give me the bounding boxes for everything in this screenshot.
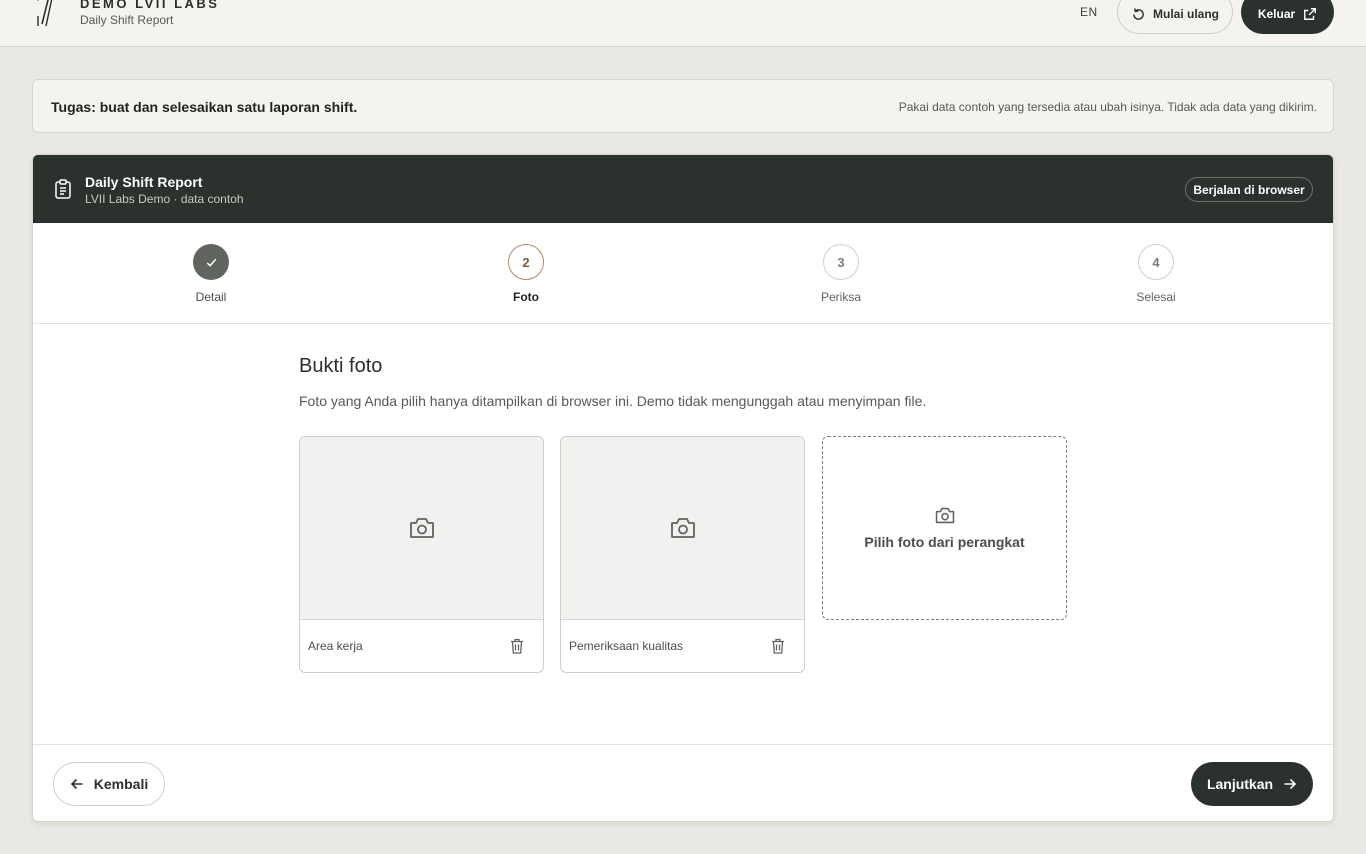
next-label: Lanjutkan [1206,776,1274,792]
step-circle: 4 [1138,244,1174,280]
step-circle [193,244,229,280]
trash-icon[interactable] [510,638,524,654]
back-button[interactable]: Kembali [53,762,165,806]
step-label: Periksa [820,290,861,304]
card-footer: Kembali Lanjutkan [33,744,1333,821]
stepper: Detail 2 Foto 3 Periksa 4 Selesai [33,223,1333,324]
browser-badge: Berjalan di browser [1185,177,1313,202]
card-header: Daily Shift Report LVII Labs Demo · data… [33,155,1333,223]
restart-label: Mulai ulang [1153,7,1219,21]
report-card: Daily Shift Report LVII Labs Demo · data… [32,154,1334,822]
task-banner: Tugas: buat dan selesaikan satu laporan … [32,79,1334,133]
photo-preview[interactable] [561,437,804,620]
card-title: Daily Shift Report [85,174,203,190]
step-label: Detail [195,290,227,304]
card-subtitle: LVII Labs Demo · data contoh [85,192,244,206]
task-note: Pakai data contoh yang tersedia atau uba… [898,100,1317,114]
step-detail[interactable]: Detail [151,244,271,304]
top-bar: DEMO LVII LABS Daily Shift Report EN Mul… [0,0,1366,47]
photo-preview[interactable] [300,437,543,620]
brand-subtitle: Daily Shift Report [80,13,174,27]
photo-picker[interactable]: Pilih foto dari perangkat [822,436,1067,620]
step-label: Selesai [1136,290,1176,304]
step-foto[interactable]: 2 Foto [466,244,586,304]
camera-icon [409,518,434,538]
photo-caption: Area kerja [308,639,363,653]
arrow-left-icon [70,778,83,790]
restart-button[interactable]: Mulai ulang [1117,0,1233,34]
language-toggle[interactable]: EN [1080,5,1098,19]
picker-label: Pilih foto dari perangkat [864,533,1025,550]
task-title: Tugas: buat dan selesaikan satu laporan … [51,99,358,115]
check-icon [206,258,216,267]
photo-caption: Pemeriksaan kualitas [569,639,684,653]
step-circle: 3 [823,244,859,280]
restart-icon [1133,7,1144,20]
section-title: Bukti foto [299,355,383,377]
arrow-right-icon [1284,778,1297,790]
trash-icon[interactable] [771,638,785,654]
camera-icon [935,507,954,523]
photo-card[interactable]: Pemeriksaan kualitas [560,436,805,673]
step-label: Foto [513,290,539,304]
logo-icon [37,0,53,27]
step-periksa[interactable]: 3 Periksa [781,244,901,304]
brand-name: DEMO LVII LABS [80,0,220,11]
photo-card[interactable]: Area kerja [299,436,544,673]
step-circle: 2 [508,244,544,280]
step-selesai[interactable]: 4 Selesai [1096,244,1216,304]
exit-button[interactable]: Keluar [1241,0,1334,34]
exit-label: Keluar [1257,7,1296,21]
external-link-icon [1304,8,1317,20]
clipboard-icon [55,179,71,199]
camera-icon [670,518,695,538]
next-button[interactable]: Lanjutkan [1191,762,1313,806]
back-label: Kembali [93,776,149,792]
section-description: Foto yang Anda pilih hanya ditampilkan d… [299,393,927,409]
